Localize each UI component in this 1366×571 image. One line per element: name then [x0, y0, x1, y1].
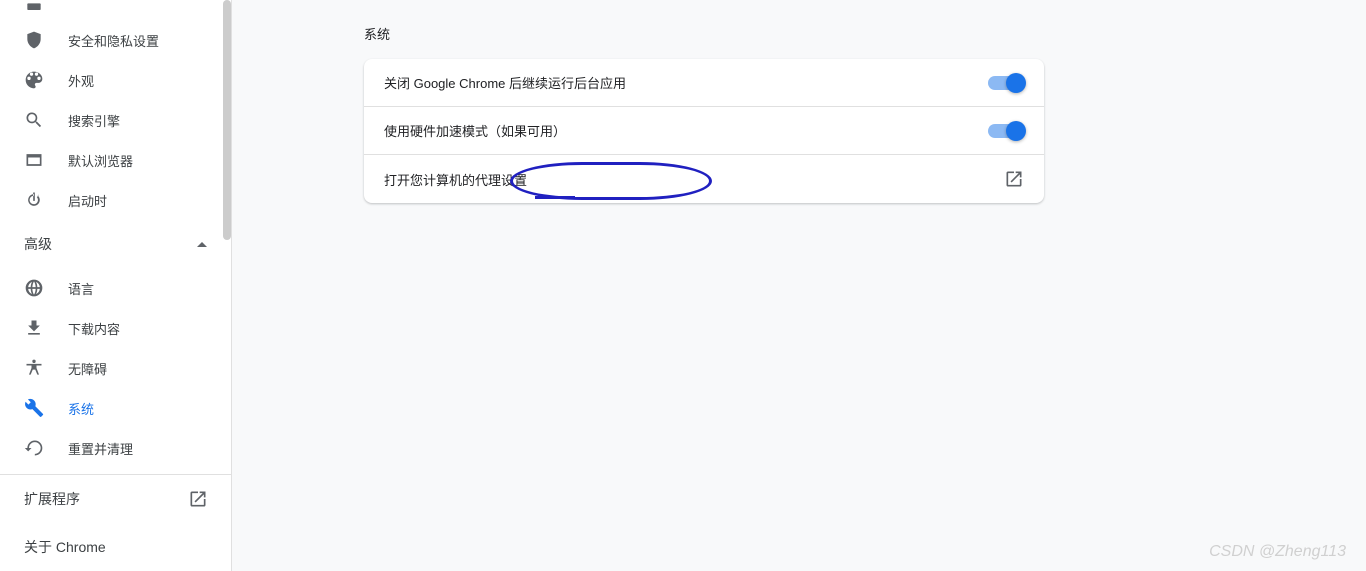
toggle-switch[interactable] [988, 124, 1024, 138]
advanced-label: 高级 [24, 234, 52, 254]
toggle-switch[interactable] [988, 76, 1024, 90]
advanced-section-header[interactable]: 高级 [0, 220, 231, 268]
extensions-label: 扩展程序 [24, 489, 80, 509]
download-icon [24, 318, 44, 338]
settings-card: 关闭 Google Chrome 后继续运行后台应用 使用硬件加速模式（如果可用… [364, 59, 1044, 203]
setting-background-apps[interactable]: 关闭 Google Chrome 后继续运行后台应用 [364, 59, 1044, 107]
sidebar-item-reset[interactable]: 重置并清理 [0, 428, 231, 468]
sidebar-item-label: 系统 [68, 399, 94, 418]
section-title: 系统 [232, 24, 1366, 43]
chevron-up-icon [197, 242, 207, 247]
sidebar-item-appearance[interactable]: 外观 [0, 60, 231, 100]
sidebar-item-language[interactable]: 语言 [0, 268, 231, 308]
restore-icon [24, 438, 44, 458]
scrollbar-thumb[interactable] [223, 0, 231, 240]
sidebar-item-label: 外观 [68, 71, 94, 90]
setting-hardware-accel[interactable]: 使用硬件加速模式（如果可用） [364, 107, 1044, 155]
sidebar-item-label: 安全和隐私设置 [68, 31, 159, 50]
globe-icon [24, 278, 44, 298]
shield-icon [24, 30, 44, 50]
search-icon [24, 110, 44, 130]
sidebar-item-label: 下载内容 [68, 319, 120, 338]
sidebar-item-label: 启动时 [68, 191, 107, 210]
sidebar-item-search[interactable]: 搜索引擎 [0, 100, 231, 140]
sidebar: 安全和隐私设置 外观 搜索引擎 默认浏览器 启动时 高级 语言 下载内容 无障碍… [0, 0, 232, 571]
sidebar-item-system[interactable]: 系统 [0, 388, 231, 428]
about-chrome-link[interactable]: 关于 Chrome [0, 523, 232, 571]
sidebar-item-label: 搜索引擎 [68, 111, 120, 130]
sidebar-bottom: 扩展程序 关于 Chrome [0, 474, 232, 571]
sidebar-item-label: 无障碍 [68, 359, 107, 378]
external-link-icon [1004, 169, 1024, 189]
sidebar-item-label: 语言 [68, 279, 94, 298]
partial-nav-item [0, 0, 231, 20]
main-content: 系统 关闭 Google Chrome 后继续运行后台应用 使用硬件加速模式（如… [232, 0, 1366, 571]
sidebar-item-label: 重置并清理 [68, 439, 133, 458]
wrench-icon [24, 398, 44, 418]
accessibility-icon [24, 358, 44, 378]
setting-proxy[interactable]: 打开您计算机的代理设置 [364, 155, 1044, 203]
setting-label: 打开您计算机的代理设置 [384, 170, 527, 189]
sidebar-item-downloads[interactable]: 下载内容 [0, 308, 231, 348]
extensions-link[interactable]: 扩展程序 [0, 475, 232, 523]
external-link-icon [188, 489, 208, 509]
sidebar-item-label: 默认浏览器 [68, 151, 133, 170]
sidebar-item-accessibility[interactable]: 无障碍 [0, 348, 231, 388]
about-label: 关于 Chrome [24, 537, 106, 557]
setting-label: 使用硬件加速模式（如果可用） [384, 121, 566, 140]
palette-icon [24, 70, 44, 90]
sidebar-item-default-browser[interactable]: 默认浏览器 [0, 140, 231, 180]
browser-icon [24, 150, 44, 170]
power-icon [24, 190, 44, 210]
setting-label: 关闭 Google Chrome 后继续运行后台应用 [384, 73, 626, 92]
sidebar-item-security[interactable]: 安全和隐私设置 [0, 20, 231, 60]
sidebar-item-startup[interactable]: 启动时 [0, 180, 231, 220]
